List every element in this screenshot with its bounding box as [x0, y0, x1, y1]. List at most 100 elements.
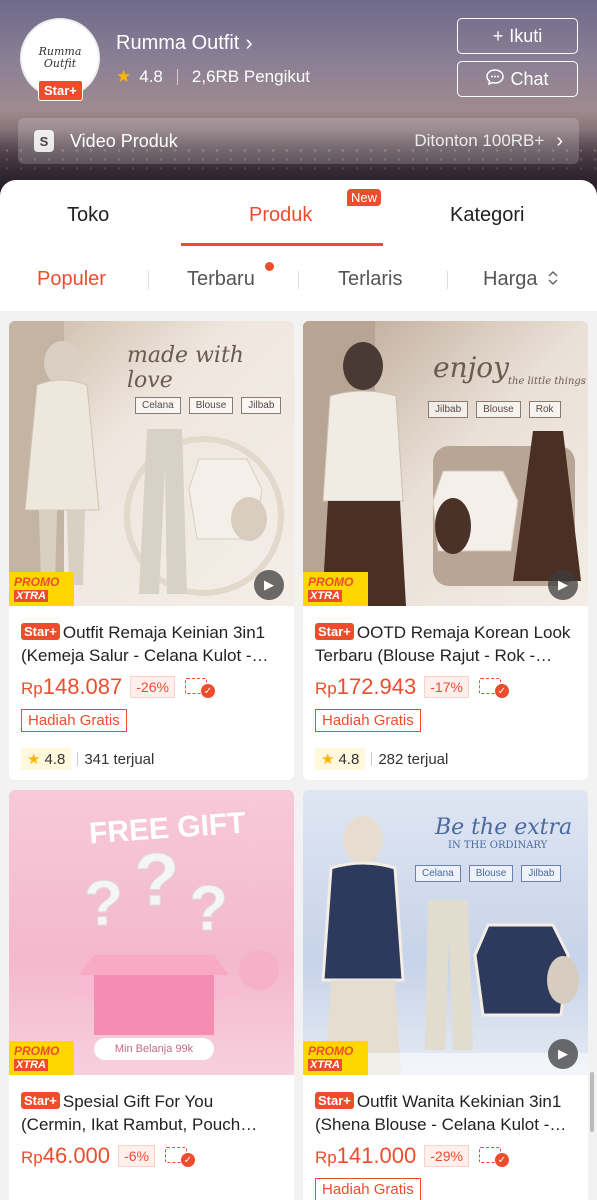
product-image[interactable]: made with love Celana Blouse Jilbab PROM… — [9, 321, 294, 606]
price-value: 172.943 — [336, 674, 417, 699]
active-tab-indicator — [181, 243, 383, 246]
voucher-check-icon: ✓ — [184, 676, 215, 698]
image-pill: Blouse — [188, 397, 234, 414]
product-image[interactable]: Be the extra IN THE ORDINARY Celana Blou… — [303, 790, 588, 1075]
voucher-check-icon: ✓ — [478, 1145, 509, 1167]
sort-terlaris[interactable]: Terlaris — [338, 268, 402, 291]
image-pill: Jilbab — [241, 397, 282, 414]
play-icon[interactable]: ▶ — [548, 1039, 578, 1069]
image-pill: Blouse — [476, 401, 521, 418]
image-pill: Rok — [528, 401, 561, 418]
sort-updown-icon — [543, 268, 559, 290]
free-gift-tag: Hadiah Gratis — [315, 1178, 421, 1200]
image-subhead: the little things — [508, 376, 586, 387]
rating-row: ★ 4.8 282 terjual — [315, 748, 576, 770]
price-value: 141.000 — [336, 1143, 417, 1168]
product-title-row: Star+ Outfit Wanita Kekinian 3in1 (Shena … — [315, 1090, 576, 1136]
discount-badge: -17% — [424, 676, 469, 698]
scrollbar[interactable] — [590, 1072, 594, 1132]
sort-harga[interactable]: Harga — [483, 268, 559, 291]
product-image[interactable]: enjoy the little things Jilbab Blouse Ro… — [303, 321, 588, 606]
product-rating: 4.8 — [338, 750, 360, 768]
free-gift-tag: Hadiah Gratis — [315, 709, 421, 732]
decor-heart — [239, 950, 279, 990]
clothing-items — [433, 431, 581, 581]
chat-label: Chat — [510, 68, 549, 89]
shop-logo: Rumma Outfit — [38, 44, 82, 70]
free-gift-tag: Hadiah Gratis — [21, 709, 127, 732]
product-price: Rp172.943 — [315, 674, 416, 700]
chat-icon — [486, 68, 505, 90]
shop-header: Rumma Outfit Star+ Rumma Outfit › ★ 4.8 2… — [0, 0, 597, 200]
sort-harga-label: Harga — [483, 268, 538, 290]
min-spend-note: Min Belanja 99k — [94, 1038, 214, 1060]
tab-toko[interactable]: Toko — [67, 204, 109, 227]
product-price: Rp141.000 — [315, 1143, 416, 1169]
model-figure — [24, 341, 100, 585]
sort-divider — [447, 271, 448, 289]
product-card[interactable]: FREE GIFT ? ? ? Min Belanja 99k PROMO XT… — [9, 790, 294, 1200]
image-pill: Celana — [135, 397, 181, 414]
play-icon[interactable]: ▶ — [548, 570, 578, 600]
model-figure — [322, 342, 406, 606]
tab-produk[interactable]: Produk — [249, 204, 312, 227]
promo-line2: XTRA — [308, 589, 342, 603]
image-pills: Celana Blouse Jilbab — [135, 397, 282, 414]
discount-badge: -6% — [118, 1145, 155, 1167]
video-label: Video Produk — [70, 130, 178, 151]
image-pill: Jilbab — [428, 401, 469, 418]
product-rating: 4.8 — [44, 750, 66, 768]
image-pill: Blouse — [468, 865, 514, 882]
image-pill: Celana — [415, 865, 461, 882]
discount-badge: -26% — [130, 676, 175, 698]
voucher-check-icon: ✓ — [164, 1145, 195, 1167]
product-card[interactable]: enjoy the little things Jilbab Blouse Ro… — [303, 321, 588, 780]
sort-terbaru-label: Terbaru — [187, 268, 255, 290]
promo-line2: XTRA — [14, 589, 48, 603]
play-icon[interactable]: ▶ — [254, 570, 284, 600]
promo-line1: PROMO — [14, 1043, 60, 1058]
shop-name-link[interactable]: Rumma Outfit › — [116, 30, 253, 56]
promo-xtra-badge: PROMO XTRA — [9, 572, 74, 606]
star-plus-tag: Star+ — [315, 623, 354, 640]
chevron-right-icon: › — [556, 129, 563, 152]
video-produk-bar[interactable]: S Video Produk Ditonton 100RB+ › — [18, 118, 579, 164]
tab-kategori[interactable]: Kategori — [450, 204, 525, 227]
meta-divider — [176, 69, 178, 85]
plus-icon: + — [492, 25, 504, 46]
price-value: 46.000 — [42, 1143, 111, 1168]
promo-xtra-badge: PROMO XTRA — [303, 572, 368, 606]
star-icon: ★ — [116, 67, 132, 86]
shop-name: Rumma Outfit — [116, 32, 240, 54]
rating-row: ★ 4.8 341 terjual — [21, 748, 282, 770]
discount-badge: -29% — [424, 1145, 469, 1167]
product-price: Rp148.087 — [21, 674, 122, 700]
svg-text:?: ? — [189, 872, 228, 944]
product-image[interactable]: FREE GIFT ? ? ? Min Belanja 99k PROMO XT… — [9, 790, 294, 1075]
sort-divider — [148, 271, 149, 289]
video-icon: S — [34, 130, 54, 152]
product-title-row: Star+ Spesial Gift For You (Cermin, Ikat … — [21, 1090, 282, 1136]
follow-button[interactable]: + Ikuti — [457, 18, 578, 54]
sort-populer[interactable]: Populer — [37, 268, 106, 291]
shop-followers: 2,6RB Pengikut — [191, 67, 311, 86]
promo-line1: PROMO — [308, 1043, 354, 1058]
product-card[interactable]: Be the extra IN THE ORDINARY Celana Blou… — [303, 790, 588, 1200]
model-figure — [321, 816, 405, 1075]
product-price: Rp46.000 — [21, 1143, 110, 1169]
image-pill: Jilbab — [521, 865, 562, 882]
star-plus-tag: Star+ — [21, 1092, 60, 1109]
sort-terbaru[interactable]: Terbaru — [187, 262, 274, 291]
star-icon: ★ — [321, 751, 335, 768]
sold-count: 341 terjual — [84, 750, 155, 768]
image-headline: made with love — [127, 343, 244, 393]
product-card[interactable]: made with love Celana Blouse Jilbab PROM… — [9, 321, 294, 780]
price-value: 148.087 — [42, 674, 123, 699]
currency: Rp — [21, 679, 43, 698]
voucher-check-icon: ✓ — [478, 676, 509, 698]
video-views: Ditonton 100RB+ — [414, 131, 545, 150]
chevron-right-icon: › — [245, 30, 253, 55]
sort-divider — [298, 271, 299, 289]
chat-button[interactable]: Chat — [457, 61, 578, 97]
star-plus-badge: Star+ — [38, 80, 83, 101]
